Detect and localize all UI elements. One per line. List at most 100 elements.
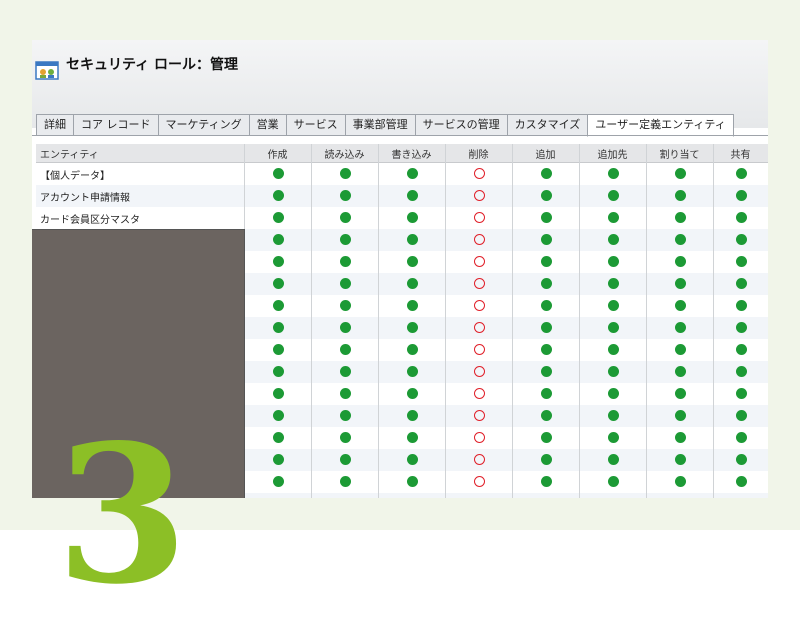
privilege-granted-icon[interactable] [607,432,619,443]
privilege-granted-icon[interactable] [272,388,284,399]
privilege-granted-icon[interactable] [735,476,747,487]
privilege-granted-icon[interactable] [540,432,552,443]
privilege-granted-icon[interactable] [674,168,686,179]
privilege-granted-icon[interactable] [540,168,552,179]
privilege-granted-icon[interactable] [540,256,552,267]
privilege-none-icon[interactable] [473,388,485,399]
privilege-none-icon[interactable] [473,234,485,245]
privilege-granted-icon[interactable] [406,410,418,421]
privilege-granted-icon[interactable] [339,300,351,311]
header-1[interactable]: 読み込み [311,146,378,161]
privilege-granted-icon[interactable] [272,234,284,245]
privilege-granted-icon[interactable] [607,168,619,179]
privilege-none-icon[interactable] [473,278,485,289]
table-row[interactable]: 【個人データ】 [36,163,768,185]
privilege-granted-icon[interactable] [735,366,747,377]
privilege-none-icon[interactable] [473,410,485,421]
privilege-granted-icon[interactable] [674,454,686,465]
privilege-granted-icon[interactable] [540,190,552,201]
privilege-granted-icon[interactable] [339,454,351,465]
privilege-none-icon[interactable] [473,256,485,267]
privilege-none-icon[interactable] [473,366,485,377]
privilege-none-icon[interactable] [473,300,485,311]
privilege-granted-icon[interactable] [272,322,284,333]
privilege-granted-icon[interactable] [540,476,552,487]
privilege-granted-icon[interactable] [339,366,351,377]
privilege-granted-icon[interactable] [272,366,284,377]
privilege-granted-icon[interactable] [735,256,747,267]
privilege-none-icon[interactable] [473,432,485,443]
privilege-granted-icon[interactable] [339,256,351,267]
privilege-granted-icon[interactable] [735,388,747,399]
privilege-granted-icon[interactable] [406,454,418,465]
tab-0[interactable]: 詳細 [36,114,73,136]
privilege-granted-icon[interactable] [607,212,619,223]
privilege-none-icon[interactable] [473,212,485,223]
privilege-granted-icon[interactable] [607,344,619,355]
privilege-granted-icon[interactable] [406,168,418,179]
privilege-none-icon[interactable] [473,190,485,201]
privilege-granted-icon[interactable] [674,300,686,311]
privilege-granted-icon[interactable] [540,344,552,355]
privilege-granted-icon[interactable] [607,454,619,465]
privilege-none-icon[interactable] [473,454,485,465]
header-7[interactable]: 共有 [713,146,768,161]
privilege-granted-icon[interactable] [540,322,552,333]
privilege-granted-icon[interactable] [735,300,747,311]
tab-3[interactable]: 営業 [248,114,286,136]
privilege-granted-icon[interactable] [540,300,552,311]
privilege-granted-icon[interactable] [272,168,284,179]
privilege-granted-icon[interactable] [540,278,552,289]
privilege-none-icon[interactable] [473,168,485,179]
privilege-granted-icon[interactable] [272,410,284,421]
privilege-granted-icon[interactable] [674,190,686,201]
privilege-granted-icon[interactable] [339,388,351,399]
privilege-granted-icon[interactable] [674,410,686,421]
tab-7[interactable]: カスタマイズ [506,114,588,136]
privilege-granted-icon[interactable] [272,190,284,201]
privilege-granted-icon[interactable] [272,344,284,355]
privilege-granted-icon[interactable] [272,300,284,311]
privilege-granted-icon[interactable] [339,344,351,355]
privilege-granted-icon[interactable] [406,234,418,245]
privilege-granted-icon[interactable] [406,366,418,377]
privilege-granted-icon[interactable] [406,476,418,487]
privilege-granted-icon[interactable] [339,322,351,333]
header-5[interactable]: 追加先 [579,146,646,161]
privilege-granted-icon[interactable] [272,278,284,289]
privilege-granted-icon[interactable] [607,366,619,377]
privilege-granted-icon[interactable] [272,212,284,223]
table-row[interactable]: アカウント申請情報 [36,185,768,207]
privilege-granted-icon[interactable] [406,344,418,355]
privilege-granted-icon[interactable] [735,322,747,333]
privilege-granted-icon[interactable] [735,190,747,201]
privilege-granted-icon[interactable] [406,190,418,201]
header-6[interactable]: 割り当て [646,146,713,161]
privilege-granted-icon[interactable] [735,344,747,355]
privilege-granted-icon[interactable] [607,476,619,487]
tab-1[interactable]: コア レコード [73,114,158,136]
privilege-granted-icon[interactable] [540,366,552,377]
privilege-granted-icon[interactable] [674,256,686,267]
privilege-granted-icon[interactable] [272,256,284,267]
header-0[interactable]: 作成 [244,146,311,161]
header-4[interactable]: 追加 [512,146,579,161]
tab-4[interactable]: サービス [285,114,345,136]
tab-2[interactable]: マーケティング [157,114,249,136]
privilege-granted-icon[interactable] [607,190,619,201]
privilege-granted-icon[interactable] [674,322,686,333]
privilege-granted-icon[interactable] [607,234,619,245]
header-2[interactable]: 書き込み [378,146,445,161]
privilege-granted-icon[interactable] [339,212,351,223]
privilege-granted-icon[interactable] [735,410,747,421]
tab-5[interactable]: 事業部管理 [344,114,415,136]
privilege-granted-icon[interactable] [339,278,351,289]
privilege-granted-icon[interactable] [674,476,686,487]
privilege-granted-icon[interactable] [540,212,552,223]
privilege-none-icon[interactable] [473,476,485,487]
privilege-granted-icon[interactable] [674,344,686,355]
privilege-granted-icon[interactable] [339,234,351,245]
privilege-granted-icon[interactable] [674,388,686,399]
privilege-granted-icon[interactable] [735,168,747,179]
privilege-granted-icon[interactable] [540,410,552,421]
